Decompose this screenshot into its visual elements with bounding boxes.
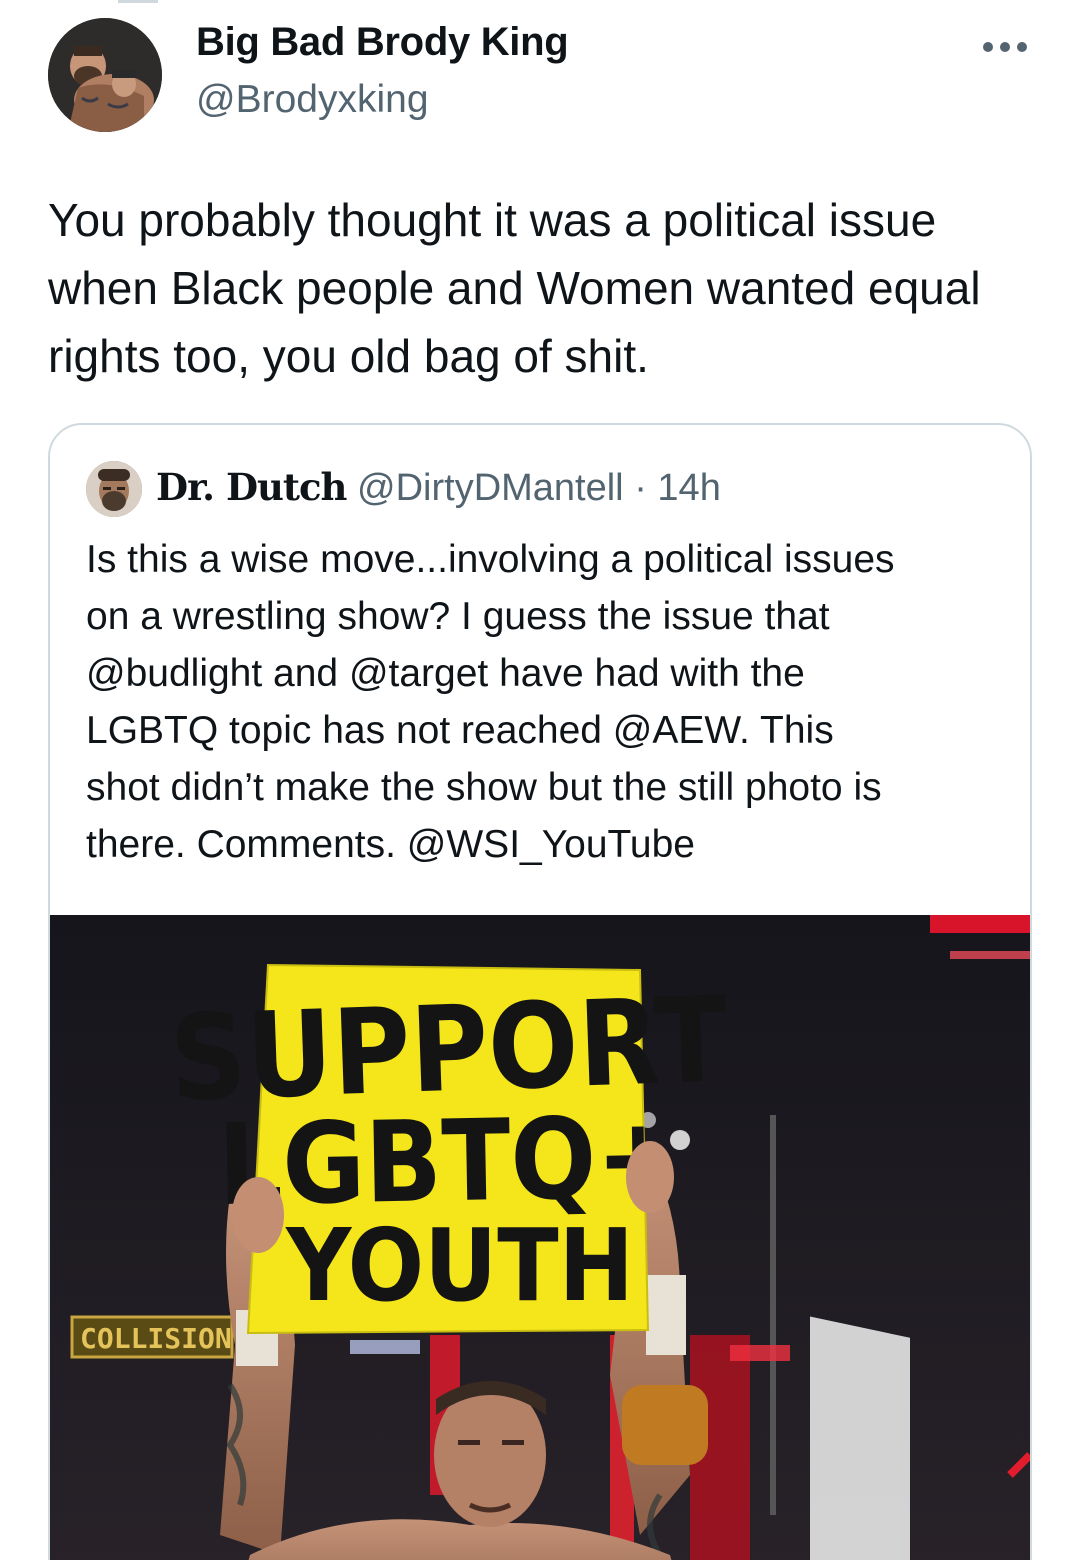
- author-display-name[interactable]: Big Bad Brody King: [196, 20, 569, 65]
- quoted-display-name[interactable]: Dr. Dutch: [156, 465, 347, 509]
- quoted-tweet-text: Is this a wise move...involving a politi…: [86, 538, 895, 866]
- author-avatar[interactable]: [48, 18, 162, 132]
- quoted-header: Dr. Dutch @DirtyDMantell · 14h: [156, 465, 721, 510]
- quoted-tweet-photo[interactable]: COLLISION SUPPORT LGBTQ+ YOUTH: [50, 915, 1030, 1560]
- top-divider: [118, 0, 158, 3]
- quoted-timestamp[interactable]: 14h: [657, 467, 720, 509]
- quoted-handle[interactable]: @DirtyDMantell: [357, 467, 624, 509]
- tweet-screen: Big Bad Brody King @Brodyxking You proba…: [0, 0, 1080, 1560]
- quoted-author-avatar[interactable]: [86, 461, 142, 517]
- author-handle[interactable]: @Brodyxking: [196, 78, 429, 122]
- profile-photo-icon: [86, 461, 142, 517]
- quoted-separator: ·: [634, 467, 647, 509]
- profile-photo-icon: [48, 18, 162, 132]
- collision-banner-text: COLLISION: [80, 1322, 232, 1355]
- sign-line-3: YOUTH: [285, 1207, 634, 1324]
- tweet-text: You probably thought it was a political …: [48, 194, 981, 382]
- more-options-icon: [983, 42, 1027, 52]
- more-options-button[interactable]: [978, 30, 1032, 64]
- wrestler-sign-photo: COLLISION SUPPORT LGBTQ+ YOUTH: [50, 915, 1030, 1560]
- quoted-tweet-card[interactable]: Dr. Dutch @DirtyDMantell · 14h Is this a…: [48, 423, 1032, 1560]
